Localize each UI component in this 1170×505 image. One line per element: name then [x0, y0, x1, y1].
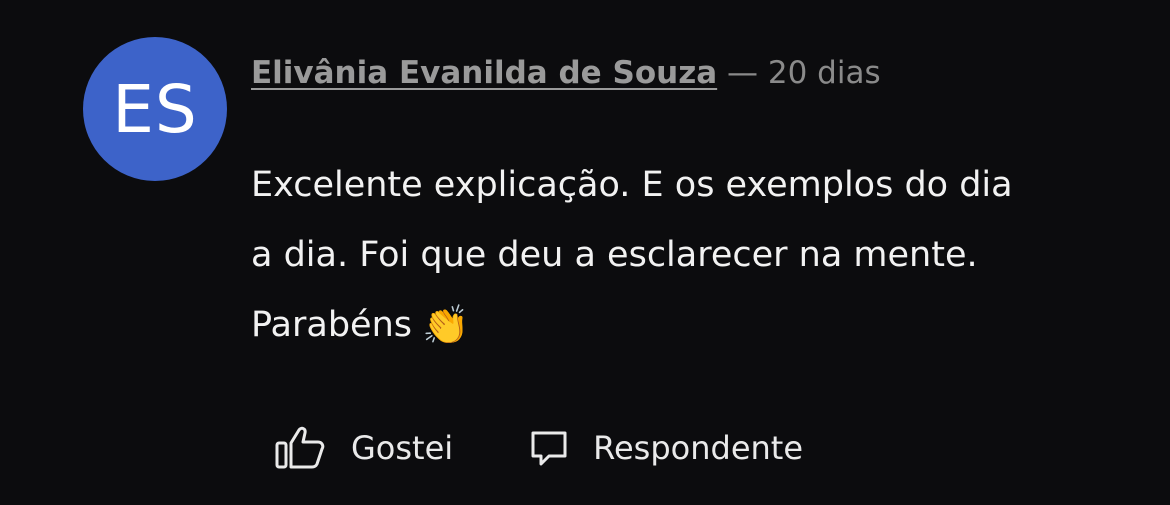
comment-body: Excelente explicação. E os exemplos do d… [251, 150, 1111, 360]
clapping-hands-icon: 👏 [422, 303, 470, 347]
thumbs-up-icon [275, 425, 325, 471]
like-button[interactable]: Gostei [275, 425, 453, 471]
comment-actions: Gostei Respondente [275, 425, 803, 471]
avatar[interactable]: ES [83, 37, 227, 181]
comment-body-line: Parabéns 👏 [251, 290, 1111, 360]
reply-label: Respondente [593, 429, 804, 467]
comment-body-line: Excelente explicação. E os exemplos do d… [251, 165, 1013, 205]
comment-body-line: a dia. Foi que deu a esclarecer na mente… [251, 235, 978, 275]
comment-body-text: Parabéns [251, 305, 412, 345]
reply-button[interactable]: Respondente [529, 428, 803, 468]
avatar-initials: ES [112, 70, 198, 148]
comment-card: ES Elivânia Evanilda de Souza — 20 dias … [0, 0, 1170, 505]
meta-separator: — [727, 55, 759, 91]
speech-bubble-icon [529, 428, 569, 468]
author-link[interactable]: Elivânia Evanilda de Souza [251, 55, 717, 91]
timestamp: 20 dias [767, 55, 881, 91]
like-label: Gostei [351, 429, 454, 467]
comment-meta: Elivânia Evanilda de Souza — 20 dias [251, 53, 881, 93]
